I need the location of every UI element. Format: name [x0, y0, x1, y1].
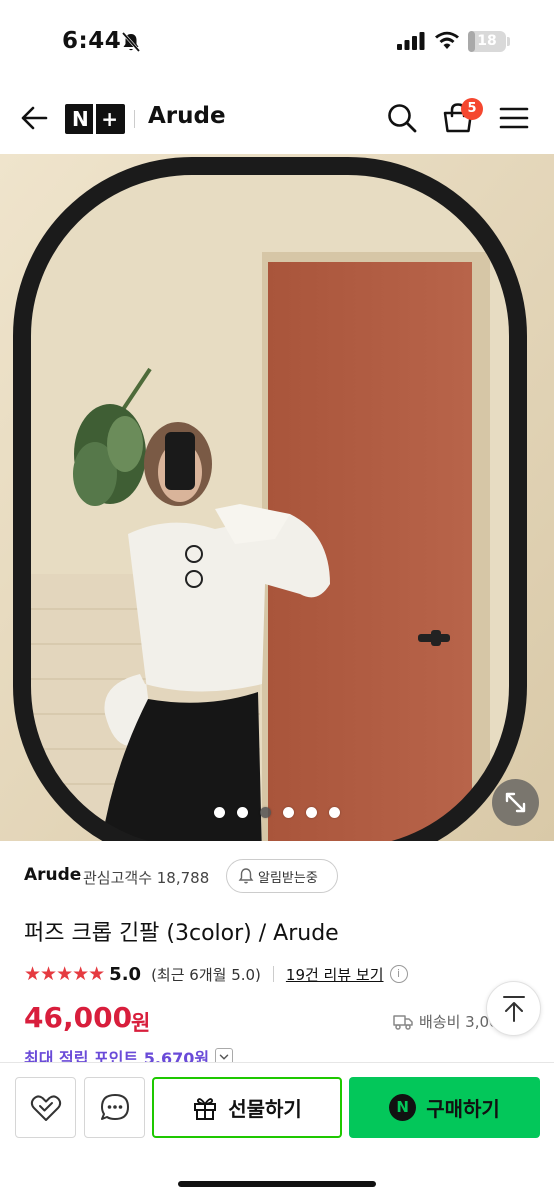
gallery-dot[interactable] — [237, 807, 248, 818]
review-link[interactable]: 19건 리뷰 보기 — [286, 964, 384, 985]
gift-label: 선물하기 — [228, 1097, 302, 1121]
nplus-logo[interactable]: N + — [65, 104, 125, 134]
price: 46,000 — [24, 1001, 133, 1034]
status-time: 6:44 — [62, 28, 122, 54]
cart-count-badge: 5 — [461, 98, 483, 120]
cellular-signal-icon — [397, 32, 425, 50]
header: N + Arude 5 — [0, 82, 554, 154]
menu-icon[interactable] — [499, 104, 529, 132]
gift-button[interactable]: 선물하기 — [152, 1077, 342, 1138]
chat-bubble-icon — [100, 1093, 129, 1120]
gift-icon — [194, 1097, 217, 1120]
header-divider — [134, 110, 135, 128]
gallery-dot[interactable] — [214, 807, 225, 818]
notify-toggle-button[interactable]: 알림받는중 — [226, 859, 338, 893]
heart-check-icon — [30, 1095, 61, 1121]
truck-icon — [393, 1014, 413, 1030]
rating-score: 5.0 — [109, 963, 142, 985]
info-icon[interactable]: i — [389, 965, 408, 983]
store-name[interactable]: Arude — [148, 103, 226, 129]
rating-stars: ★★★★★ — [24, 963, 105, 985]
product-title: 퍼즈 크롭 긴팔 (3color) / Arude — [24, 921, 339, 946]
status-bar: 6:44 18 — [0, 0, 554, 82]
gallery-pagination[interactable] — [0, 807, 554, 823]
home-indicator — [178, 1181, 376, 1187]
wifi-icon — [435, 31, 459, 49]
buy-label: 구매하기 — [426, 1097, 500, 1121]
gallery-dot[interactable] — [283, 807, 294, 818]
product-image-gallery[interactable] — [0, 154, 554, 841]
battery-nub — [507, 37, 510, 46]
back-arrow-icon[interactable] — [20, 104, 48, 132]
gallery-dot[interactable] — [306, 807, 317, 818]
shipping-fee: 배송비 3,000원 — [419, 1013, 493, 1031]
interest-count: 관심고객수 18,788 — [83, 869, 210, 887]
battery-percent: 18 — [477, 33, 497, 49]
brand-name[interactable]: Arude — [24, 865, 81, 885]
wishlist-button[interactable] — [15, 1077, 76, 1138]
logo-n: N — [72, 107, 89, 131]
bell-slash-icon — [121, 32, 141, 52]
npay-icon: N — [389, 1094, 417, 1121]
logo-plus: + — [101, 107, 118, 131]
battery-indicator: 18 — [468, 31, 506, 52]
bottom-action-bar: 선물하기 N 구매하기 — [0, 1062, 554, 1200]
product-photo — [0, 154, 554, 841]
chat-button[interactable] — [84, 1077, 145, 1138]
shipping-info: 배송비 3,000원 — [393, 1011, 493, 1032]
rating-recent: (최근 6개월 5.0) — [151, 965, 261, 984]
shipping-info-clip: 배송비 3,000원 — [393, 1006, 493, 1034]
buy-button[interactable]: N 구매하기 — [349, 1077, 540, 1138]
scroll-top-button[interactable] — [486, 981, 541, 1036]
logo-separator — [93, 104, 97, 134]
arrow-up-icon — [502, 995, 525, 1022]
notify-label: 알림받는중 — [258, 870, 318, 886]
product-info: Arude 관심고객수 18,788 알림받는중 퍼즈 크롭 긴팔 (3colo… — [0, 841, 554, 1068]
bell-icon — [238, 868, 254, 884]
search-icon[interactable] — [386, 102, 418, 134]
price-unit: 원 — [131, 1011, 151, 1035]
rating-divider — [272, 966, 274, 982]
gallery-dot[interactable] — [260, 807, 271, 818]
gallery-dot[interactable] — [329, 807, 340, 818]
rating-row: ★★★★★ 5.0 (최근 6개월 5.0) 19건 리뷰 보기 i — [24, 961, 408, 987]
